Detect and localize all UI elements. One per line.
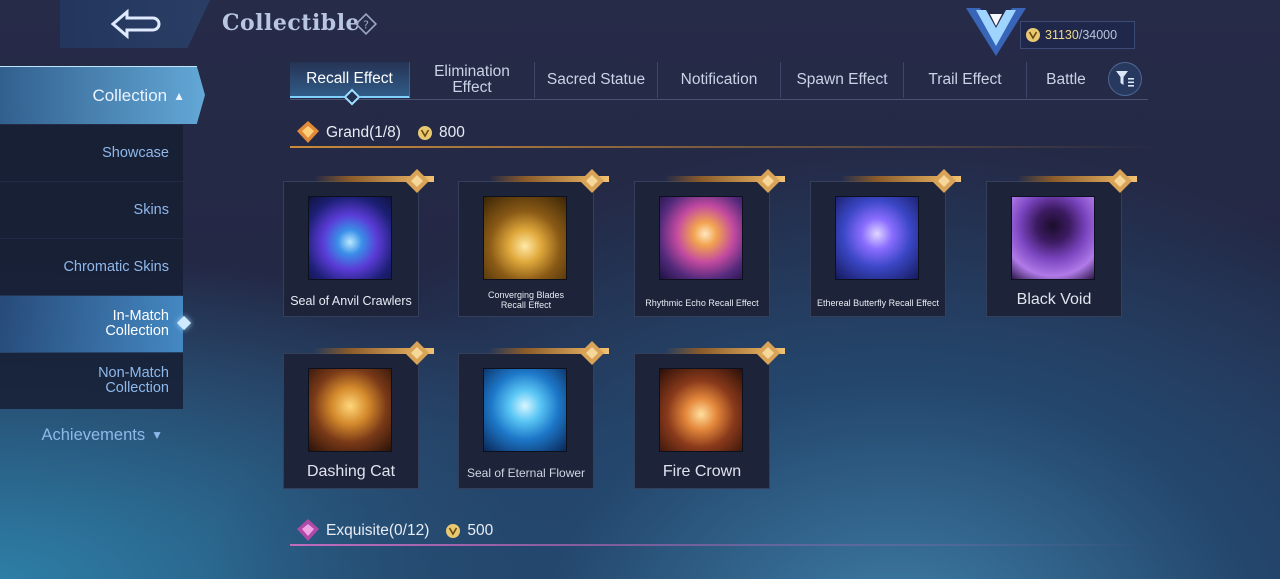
tab-label: Recall Effect [306, 69, 393, 87]
collectible-preview-image [835, 196, 919, 280]
collectible-preview-image [483, 196, 567, 280]
sidebar-item-label: Non-Match Collection [98, 365, 169, 396]
chevron-up-icon: ▲ [173, 88, 185, 103]
exquisite-section-label: Exquisite(0/12) [326, 522, 430, 539]
sidebar: Collection ▲ Showcase Skins Chromatic Sk… [0, 66, 210, 461]
collectible-name: Dashing Cat [306, 463, 396, 480]
tab-spawn-effect[interactable]: Spawn Effect [781, 61, 904, 98]
sidebar-collection[interactable]: Collection ▲ [0, 66, 205, 124]
card-corner-ornament-icon [756, 341, 780, 365]
filter-button[interactable] [1108, 62, 1142, 96]
chevron-down-icon: ▼ [151, 428, 163, 442]
tab-sacred-statue[interactable]: Sacred Statue [535, 61, 658, 98]
currency-max: /34000 [1078, 28, 1118, 42]
collectible-card-black-void[interactable]: Black Void [986, 169, 1137, 317]
help-icon[interactable]: ? [354, 12, 378, 36]
collectible-name: Fire Crown [662, 463, 742, 480]
tab-recall-effect[interactable]: Recall Effect [290, 61, 410, 98]
sidebar-item-label: Showcase [102, 144, 169, 161]
sidebar-collection-label: Collection [92, 85, 168, 105]
svg-text:?: ? [363, 19, 369, 32]
divider [290, 544, 1160, 546]
collectible-card-ethereal-butterfly[interactable]: Ethereal Butterfly Recall Effect [810, 169, 961, 317]
exquisite-section-cost: 500 [445, 522, 493, 540]
card-corner-ornament-icon [932, 169, 956, 193]
coin-icon [1026, 28, 1040, 42]
grand-gem-icon [297, 121, 319, 143]
collectible-preview-image [483, 368, 567, 452]
collectible-name: Seal of Eternal Flower [466, 466, 586, 480]
tab-label: Battle [1046, 70, 1086, 88]
tab-label: Elimination Effect [434, 62, 510, 96]
exquisite-cost-value: 500 [467, 522, 494, 539]
collectible-name: Black Void [1016, 291, 1092, 308]
collectible-preview-image [659, 196, 743, 280]
tab-label: Spawn Effect [796, 70, 888, 88]
page-title: Collectible [222, 10, 361, 36]
sidebar-item-showcase[interactable]: Showcase [0, 125, 183, 181]
card-corner-ornament-icon [580, 341, 604, 365]
collectible-preview-image [308, 368, 392, 452]
tab-notification[interactable]: Notification [658, 61, 781, 98]
collectible-preview-image [659, 368, 743, 452]
collectible-name: Converging Blades Recall Effect [487, 290, 565, 310]
sidebar-item-chromatic-skins[interactable]: Chromatic Skins [0, 239, 183, 295]
sidebar-item-label: Skins [133, 201, 169, 218]
coin-icon [446, 524, 461, 538]
card-corner-ornament-icon [756, 169, 780, 193]
sidebar-item-label: In-Match Collection [105, 308, 169, 339]
grand-section-header: Grand(1/8) 800 [290, 118, 1160, 148]
sidebar-item-non-match-collection[interactable]: Non-Match Collection [0, 353, 183, 409]
back-button[interactable] [60, 0, 210, 48]
tab-elimination-effect[interactable]: Elimination Effect [410, 61, 535, 98]
filter-icon [1116, 71, 1134, 87]
tab-trail-effect[interactable]: Trail Effect [904, 61, 1027, 98]
exquisite-section-header: Exquisite(0/12) 500 [290, 516, 1160, 546]
tab-label: Notification [680, 70, 758, 88]
sidebar-item-label: Chromatic Skins [63, 258, 169, 275]
collectible-name: Ethereal Butterfly Recall Effect [817, 298, 939, 308]
category-tabs: Recall Effect Elimination Effect Sacred … [290, 60, 1148, 100]
collectible-preview-image [1011, 196, 1095, 280]
collectible-name: Rhythmic Echo Recall Effect [645, 298, 759, 308]
exquisite-gem-icon [297, 519, 319, 541]
card-corner-ornament-icon [405, 169, 429, 193]
collectible-card-seal-of-anvil-crawlers[interactable]: Seal of Anvil Crawlers [283, 169, 434, 317]
back-arrow-icon [110, 8, 161, 40]
sidebar-item-in-match-collection[interactable]: In-Match Collection [0, 296, 183, 352]
collectible-card-rhythmic-echo[interactable]: Rhythmic Echo Recall Effect [634, 169, 785, 317]
collectible-preview-image [308, 196, 392, 280]
tab-battle[interactable]: Battle [1027, 62, 1105, 98]
sidebar-achievements[interactable]: Achievements ▼ [0, 409, 183, 461]
divider [290, 146, 1160, 148]
card-corner-ornament-icon [1108, 169, 1132, 193]
sidebar-item-skins[interactable]: Skins [0, 182, 183, 238]
sidebar-achievements-label: Achievements [41, 425, 146, 444]
card-corner-ornament-icon [405, 341, 429, 365]
collectible-name: Seal of Anvil Crawlers [290, 294, 412, 308]
grand-section-cost: 800 [417, 124, 465, 142]
coin-icon [417, 126, 432, 140]
collectible-card-seal-of-eternal-flower[interactable]: Seal of Eternal Flower [458, 341, 609, 489]
tab-label: Trail Effect [928, 70, 1002, 88]
grand-section-label: Grand(1/8) [326, 124, 401, 141]
card-corner-ornament-icon [580, 169, 604, 193]
currency-display: 31130 /34000 [1020, 21, 1135, 49]
collectible-card-converging-blades[interactable]: Converging Blades Recall Effect [458, 169, 609, 317]
currency-current: 31130 [1045, 28, 1079, 42]
tab-label: Sacred Statue [546, 70, 646, 88]
grand-cost-value: 800 [438, 124, 465, 141]
collectible-card-dashing-cat[interactable]: Dashing Cat [283, 341, 434, 489]
collectible-card-fire-crown[interactable]: Fire Crown [634, 341, 785, 489]
